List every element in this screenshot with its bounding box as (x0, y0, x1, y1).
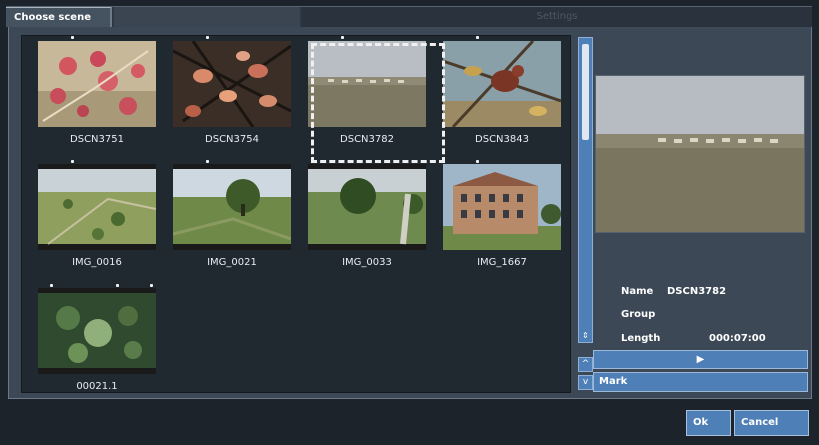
group-label: Group (621, 309, 656, 320)
scene-label: 00021.1 (76, 381, 118, 392)
marker-icon (71, 160, 74, 163)
marker-icon (116, 284, 119, 287)
marker-icon (476, 36, 479, 39)
scene-label: DSCN3843 (475, 134, 529, 145)
scene-scrollbar[interactable]: ⇕ ^ v (578, 37, 593, 393)
scene-image (173, 41, 291, 127)
tab-settings[interactable]: Settings (302, 7, 812, 27)
name-label: Name (621, 286, 654, 297)
scene-label: IMG_0033 (342, 257, 392, 268)
scene-image (173, 164, 291, 250)
scene-image (38, 288, 156, 374)
scene-label: DSCN3751 (70, 134, 124, 145)
choose-scene-dialog: Choose scene Settings DSCN3751 DSCN3754 … (0, 0, 819, 445)
scene-grid[interactable]: DSCN3751 DSCN3754 DSCN3782 DSCN3843 IMG_… (21, 35, 571, 393)
scene-image (38, 164, 156, 250)
marker-icon (71, 36, 74, 39)
marker-icon (206, 160, 209, 163)
scene-image (38, 41, 156, 127)
marker-icon (50, 284, 53, 287)
scrollbar-track[interactable]: ⇕ (578, 37, 593, 343)
scene-label: IMG_0021 (207, 257, 257, 268)
marker-icon (341, 160, 344, 163)
selected-scene-frame (311, 43, 445, 163)
tab-blank (114, 7, 300, 27)
scroll-down-button[interactable]: v (578, 375, 593, 390)
scene-image (443, 41, 561, 127)
length-value: 000:07:00 (709, 333, 766, 344)
scrollbar-thumb[interactable] (582, 44, 589, 140)
play-button[interactable]: ▶ (593, 350, 808, 369)
tab-choose-scene[interactable]: Choose scene (6, 7, 112, 27)
ok-button[interactable]: Ok (686, 410, 731, 436)
marker-icon (341, 36, 344, 39)
scroll-up-button[interactable]: ^ (578, 357, 593, 372)
scroll-grip-icon: ⇕ (582, 331, 589, 340)
scene-preview (595, 75, 805, 233)
cancel-button[interactable]: Cancel (734, 410, 809, 436)
scene-image (443, 164, 561, 250)
scene-label: DSCN3754 (205, 134, 259, 145)
tab-bar: Choose scene Settings (6, 6, 812, 27)
length-label: Length (621, 333, 661, 344)
marker-icon (206, 36, 209, 39)
scene-label: IMG_1667 (477, 257, 527, 268)
name-value: DSCN3782 (667, 286, 727, 297)
scene-image (308, 164, 426, 250)
marker-icon (476, 160, 479, 163)
scene-label: IMG_0016 (72, 257, 122, 268)
marker-icon (150, 284, 153, 287)
mark-button[interactable]: Mark (593, 372, 808, 392)
scene-panel: DSCN3751 DSCN3754 DSCN3782 DSCN3843 IMG_… (8, 27, 812, 399)
